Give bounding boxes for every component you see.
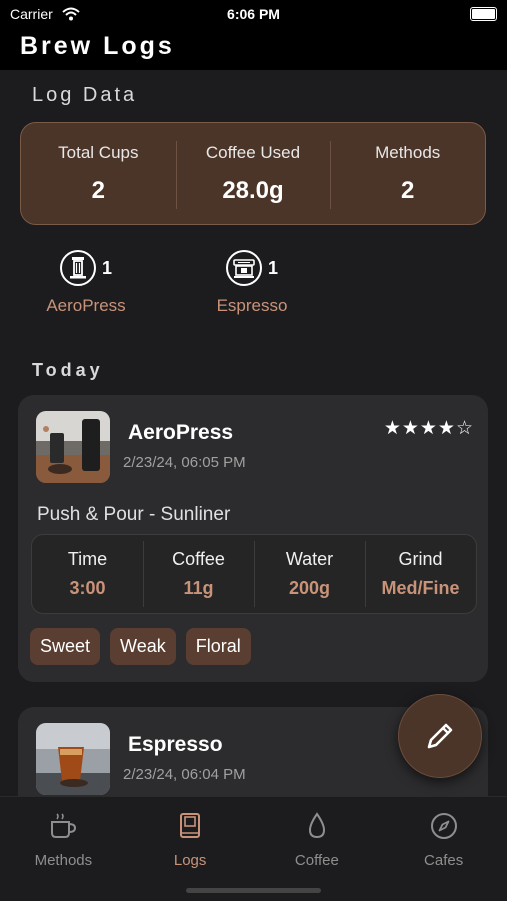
brew-photo [36,723,110,795]
today-heading: Today [32,360,104,380]
tab-cafes[interactable]: Cafes [380,797,507,901]
tag: Sweet [30,628,101,665]
status-bar: Carrier 6:06 PM [0,0,507,28]
tab-logs[interactable]: Logs [127,797,254,901]
param-coffee: Coffee 11g [143,535,254,613]
water-drop-icon [308,812,325,839]
summary-coffee-used: Coffee Used 28.0g [175,123,331,224]
method-aeropress[interactable]: 1 AeroPress [16,250,156,316]
summary-total-cups: Total Cups 2 [21,123,176,224]
espresso-machine-icon [225,250,262,286]
method-count: 1 [101,257,112,278]
param-value: Med/Fine [381,578,460,598]
param-value: 3:00 [69,578,106,598]
method-name: Espresso [216,296,288,315]
aeropress-icon [59,250,96,286]
brew-params: Time 3:00 Coffee 11g Water 200g Grind Me… [31,534,477,614]
new-log-button[interactable] [398,694,482,778]
tab-label: Logs [173,852,207,869]
tab-label: Methods [34,852,93,869]
param-grind: Grind Med/Fine [365,535,476,613]
brew-photo [36,411,110,483]
summary-card: Total Cups 2 Coffee Used 28.0g Methods 2 [20,122,486,225]
summary-value: 2 [401,177,415,204]
scroll-content[interactable]: Log Data Total Cups 2 Coffee Used 28.0g … [0,70,507,796]
log-date: 2/23/24, 06:05 PM [123,454,246,471]
clock: 6:06 PM [227,6,280,22]
pencil-icon [427,723,453,749]
tag: Floral [185,628,251,665]
summary-value: 28.0g [222,177,284,204]
param-value: 200g [288,578,331,598]
star-rating: ★★★★☆ [383,418,474,439]
nav-bar: Brew Logs [0,28,507,70]
tag: Weak [110,628,176,665]
tab-coffee[interactable]: Coffee [254,797,381,901]
log-method-name: AeroPress [128,421,234,444]
log-date: 2/23/24, 06:04 PM [123,766,246,783]
param-time: Time 3:00 [32,535,143,613]
tab-bar: Methods Logs Coffee Cafes [0,796,507,901]
tab-label: Coffee [294,852,339,869]
method-name: AeroPress [46,296,126,315]
param-water: Water 200g [254,535,365,613]
param-label: Grind [398,549,443,569]
summary-label: Total Cups [58,143,139,162]
recipe-name: Push & Pour - Sunliner [37,504,231,525]
coffee-cup-icon [51,813,77,838]
method-espresso[interactable]: 1 Espresso [182,250,322,316]
param-value: 11g [183,578,214,598]
log-method-name: Espresso [128,733,223,756]
param-label: Water [285,549,334,569]
tab-label: Cafes [424,852,464,869]
book-icon [180,813,201,838]
summary-label: Methods [375,143,441,162]
battery-icon [470,7,497,21]
summary-value: 2 [91,177,106,204]
method-count: 1 [267,257,278,278]
param-label: Time [67,549,108,569]
summary-methods: Methods 2 [330,123,485,224]
log-card-aeropress[interactable]: AeroPress 2/23/24, 06:05 PM ★★★★☆ Push &… [18,395,488,682]
param-label: Coffee [172,549,225,569]
page-title: Brew Logs [20,32,175,60]
tag-list: Sweet Weak Floral [30,628,251,665]
summary-label: Coffee Used [205,143,301,162]
compass-icon [430,813,457,839]
log-data-heading: Log Data [32,84,138,106]
home-indicator [186,888,321,893]
tab-methods[interactable]: Methods [0,797,127,901]
